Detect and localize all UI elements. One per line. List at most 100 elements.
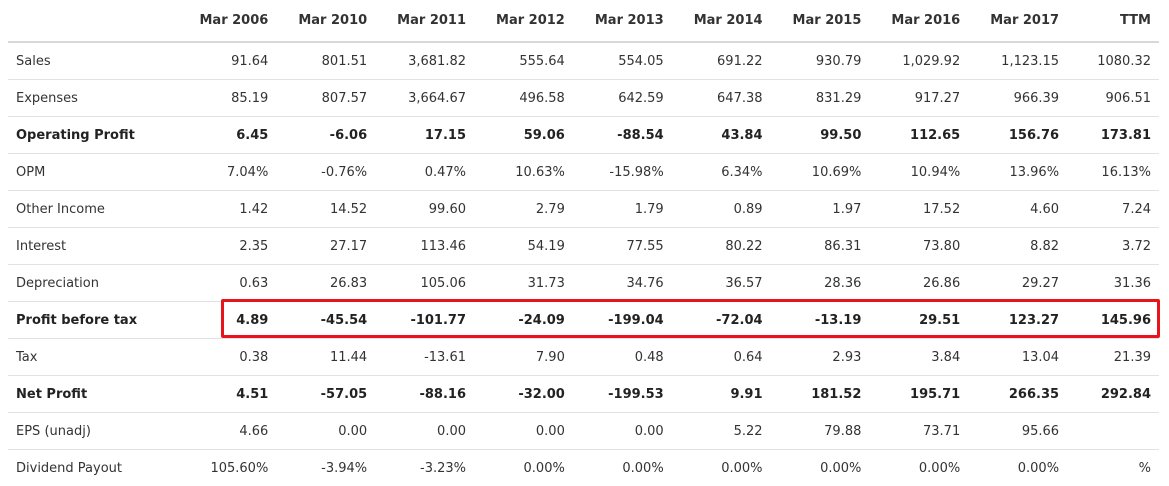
row-label: Depreciation — [8, 265, 177, 302]
table-header-row: Mar 2006 Mar 2010 Mar 2011 Mar 2012 Mar … — [8, 0, 1159, 42]
table-cell: 0.00% — [869, 450, 968, 486]
column-header-mar-2014: Mar 2014 — [672, 0, 771, 42]
table-cell: 7.24 — [1067, 191, 1159, 228]
table-cell: 5.22 — [672, 413, 771, 450]
table-cell: 0.00% — [573, 450, 672, 486]
table-cell: 13.04 — [968, 339, 1067, 376]
table-cell: 2.93 — [771, 339, 870, 376]
table-row: Dividend Payout105.60%-3.94%-3.23%0.00%0… — [8, 450, 1159, 486]
table-row: Tax0.3811.44-13.617.900.480.642.933.8413… — [8, 339, 1159, 376]
table-cell: 79.88 — [771, 413, 870, 450]
column-header-mar-2015: Mar 2015 — [771, 0, 870, 42]
table-cell: 99.60 — [375, 191, 474, 228]
table-cell: 8.82 — [968, 228, 1067, 265]
table-cell: 0.64 — [672, 339, 771, 376]
table-row: Net Profit4.51-57.05-88.16-32.00-199.539… — [8, 376, 1159, 413]
table-cell: 105.06 — [375, 265, 474, 302]
row-label: OPM — [8, 154, 177, 191]
table-cell: -15.98% — [573, 154, 672, 191]
table-cell: 17.52 — [869, 191, 968, 228]
table-cell: -6.06 — [276, 117, 375, 154]
table-cell: 13.96% — [968, 154, 1067, 191]
table-body: Sales91.64801.513,681.82555.64554.05691.… — [8, 42, 1159, 486]
row-label: Expenses — [8, 80, 177, 117]
table-cell: 831.29 — [771, 80, 870, 117]
table-cell: 29.27 — [968, 265, 1067, 302]
table-cell: 0.00 — [375, 413, 474, 450]
row-label: Operating Profit — [8, 117, 177, 154]
table-cell: 3.84 — [869, 339, 968, 376]
table-cell: 0.47% — [375, 154, 474, 191]
row-label: Dividend Payout — [8, 450, 177, 486]
table-cell: 195.71 — [869, 376, 968, 413]
table-cell: -24.09 — [474, 302, 573, 339]
table-cell: 1.97 — [771, 191, 870, 228]
table-cell: 43.84 — [672, 117, 771, 154]
table-cell: 4.60 — [968, 191, 1067, 228]
table-cell: 77.55 — [573, 228, 672, 265]
table-cell: % — [1067, 450, 1159, 486]
table-cell: 1080.32 — [1067, 42, 1159, 80]
table-cell: 156.76 — [968, 117, 1067, 154]
row-label: Other Income — [8, 191, 177, 228]
table-cell: 966.39 — [968, 80, 1067, 117]
table-cell: 807.57 — [276, 80, 375, 117]
table-cell: 0.48 — [573, 339, 672, 376]
table-cell: 10.63% — [474, 154, 573, 191]
table-cell: 1,123.15 — [968, 42, 1067, 80]
table-cell: 6.45 — [177, 117, 276, 154]
table-cell: 34.76 — [573, 265, 672, 302]
table-cell: 145.96 — [1067, 302, 1159, 339]
table-cell: 3.72 — [1067, 228, 1159, 265]
table-cell: 1.79 — [573, 191, 672, 228]
column-header-ttm: TTM — [1067, 0, 1159, 42]
table-cell: 0.63 — [177, 265, 276, 302]
table-cell: 496.58 — [474, 80, 573, 117]
table-cell: 73.80 — [869, 228, 968, 265]
table-cell: 642.59 — [573, 80, 672, 117]
table-cell: 28.36 — [771, 265, 870, 302]
table-cell: 292.84 — [1067, 376, 1159, 413]
table-cell: -199.53 — [573, 376, 672, 413]
column-header-mar-2011: Mar 2011 — [375, 0, 474, 42]
table-cell: -0.76% — [276, 154, 375, 191]
column-header-mar-2017: Mar 2017 — [968, 0, 1067, 42]
table-cell: 555.64 — [474, 42, 573, 80]
table-cell: 801.51 — [276, 42, 375, 80]
table-cell: 554.05 — [573, 42, 672, 80]
table-cell: -88.16 — [375, 376, 474, 413]
column-header-mar-2016: Mar 2016 — [869, 0, 968, 42]
table-cell — [1067, 413, 1159, 450]
table-cell: 54.19 — [474, 228, 573, 265]
row-label: Sales — [8, 42, 177, 80]
table-cell: -13.61 — [375, 339, 474, 376]
table-cell: -32.00 — [474, 376, 573, 413]
table-cell: 691.22 — [672, 42, 771, 80]
table-cell: 0.89 — [672, 191, 771, 228]
table-cell: 6.34% — [672, 154, 771, 191]
table-cell: -57.05 — [276, 376, 375, 413]
table-cell: 917.27 — [869, 80, 968, 117]
table-cell: 11.44 — [276, 339, 375, 376]
table-cell: 266.35 — [968, 376, 1067, 413]
table-cell: 31.73 — [474, 265, 573, 302]
table-row: Operating Profit6.45-6.0617.1559.06-88.5… — [8, 117, 1159, 154]
table-cell: 0.00% — [474, 450, 573, 486]
table-cell: 36.57 — [672, 265, 771, 302]
table-cell: 95.66 — [968, 413, 1067, 450]
table-cell: 0.00% — [672, 450, 771, 486]
table-cell: 0.00% — [771, 450, 870, 486]
table-cell: 0.00 — [573, 413, 672, 450]
table-cell: -3.94% — [276, 450, 375, 486]
table-cell: 59.06 — [474, 117, 573, 154]
table-cell: -101.77 — [375, 302, 474, 339]
financial-table-container: Mar 2006 Mar 2010 Mar 2011 Mar 2012 Mar … — [8, 0, 1159, 486]
row-label: Profit before tax — [8, 302, 177, 339]
table-cell: 91.64 — [177, 42, 276, 80]
table-cell: 10.94% — [869, 154, 968, 191]
table-cell: 113.46 — [375, 228, 474, 265]
table-cell: 26.86 — [869, 265, 968, 302]
table-cell: 0.38 — [177, 339, 276, 376]
table-cell: 181.52 — [771, 376, 870, 413]
table-cell: 73.71 — [869, 413, 968, 450]
